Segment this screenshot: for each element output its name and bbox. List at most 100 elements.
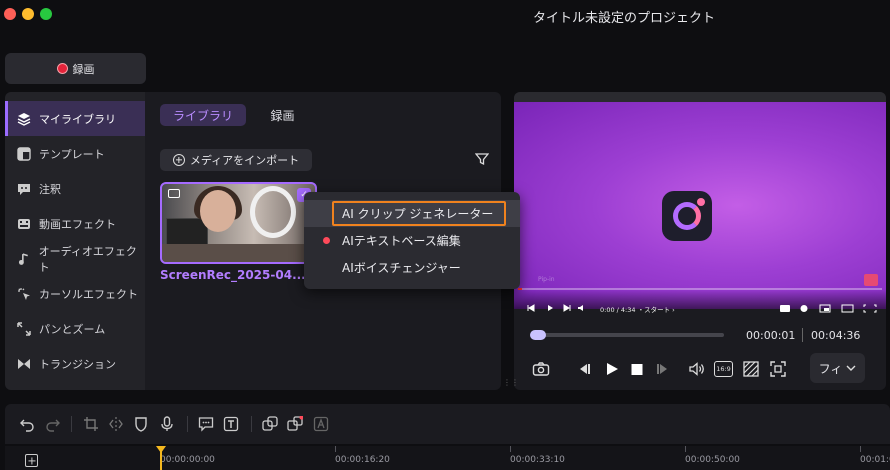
menu-item-label: AIボイスチェンジャー [342, 261, 461, 275]
sidebar-item-templates[interactable]: テンプレート [5, 136, 145, 171]
preview-panel: Pip-in 0:00 / 4:34 ・スタート › 00:00:01 00:0… [514, 92, 886, 390]
shield-mask-icon[interactable] [133, 416, 149, 432]
filter-icon[interactable] [475, 152, 489, 166]
redo-icon[interactable] [45, 416, 61, 432]
sidebar-item-label: テンプレート [39, 147, 105, 161]
next-frame-icon[interactable] [655, 360, 671, 378]
ruler-label: 00:00:50:00 [685, 455, 740, 465]
playback-scrubber[interactable] [530, 330, 724, 340]
desk-shape [162, 244, 315, 262]
sidebar-item-transitions[interactable]: トランジション [5, 346, 145, 381]
minimize-window-button[interactable] [22, 8, 34, 20]
new-dot-icon [323, 237, 330, 244]
close-window-button[interactable] [4, 8, 16, 20]
sidebar-item-annotations[interactable]: 注釈 [5, 171, 145, 206]
import-media-button[interactable]: メディアをインポート [160, 149, 312, 171]
transition-icon [18, 358, 30, 369]
app-logo-icon [662, 191, 712, 241]
timeline-toolbar [5, 404, 890, 444]
layers-icon [17, 112, 31, 126]
annotation-icon [18, 183, 30, 195]
sidebar-item-cursor-effects[interactable]: カーソルエフェクト [5, 276, 145, 311]
aspect-ratio-button[interactable]: 16:9 [714, 361, 733, 377]
fullscreen-crop-icon[interactable] [769, 360, 787, 378]
tab-recordings[interactable]: 録画 [260, 104, 305, 126]
video-canvas[interactable]: Pip-in 0:00 / 4:34 ・スタート › [514, 102, 886, 314]
chevron-down-icon [846, 365, 856, 371]
comment-icon[interactable] [198, 416, 214, 432]
snapshot-camera-icon[interactable] [532, 360, 550, 378]
timeline-ruler[interactable]: 00:00:00:00 00:00:16:20 00:00:33:10 00:0… [5, 446, 890, 470]
ruler-tick [860, 446, 861, 452]
ruler-tick [685, 446, 686, 452]
import-media-label: メディアをインポート [189, 154, 300, 167]
ai-clip-icon[interactable] [262, 416, 278, 432]
record-button-label: 録画 [72, 62, 95, 76]
playhead-handle[interactable] [156, 446, 166, 453]
sidebar-item-my-library[interactable]: マイライブラリ [5, 101, 145, 136]
sidebar-item-label: トランジション [39, 357, 116, 371]
menu-item-ai-clip-generator[interactable]: AI クリップ ジェネレーター [304, 200, 520, 227]
title-bar: タイトル未設定のプロジェクト [0, 0, 890, 34]
embedded-progress [518, 288, 882, 290]
volume-icon[interactable] [688, 360, 706, 378]
pan-zoom-icon [17, 321, 31, 336]
panel-resize-handle[interactable]: ⋮⋮ [503, 378, 519, 387]
sidebar-item-audio-effects[interactable]: オーディオエフェクト [5, 241, 145, 276]
current-time: 00:00:01 [746, 329, 796, 342]
split-icon[interactable] [108, 416, 124, 432]
sidebar-item-label: オーディオエフェクト [38, 244, 137, 274]
sidebar-item-label: 動画エフェクト [39, 217, 116, 231]
total-time: 00:04:36 [811, 329, 861, 342]
logo-ring [673, 198, 705, 230]
ruler-tick [335, 446, 336, 452]
window-title: タイトル未設定のプロジェクト [533, 11, 716, 26]
microphone-icon[interactable] [159, 416, 175, 432]
embedded-progress-fill [518, 288, 522, 290]
clip-name: ScreenRec_2025-04... [160, 268, 306, 282]
context-menu: AI クリップ ジェネレーター AIテキストベース編集 AIボイスチェンジャー [304, 192, 520, 289]
fit-dropdown-label: フィ [818, 361, 843, 376]
record-button[interactable]: 録画 [5, 53, 146, 84]
stop-icon[interactable] [630, 360, 644, 378]
transparency-grid-icon[interactable] [742, 360, 760, 378]
play-icon[interactable] [605, 360, 619, 378]
person-face [200, 190, 236, 232]
ring-light [250, 186, 296, 238]
highlight-frame [332, 201, 506, 226]
media-clip-thumbnail[interactable]: ✓ [160, 182, 317, 264]
previous-frame-icon[interactable] [576, 360, 592, 378]
embedded-time: 0:00 / 4:34 ・スタート › [600, 306, 675, 314]
video-watermark: Pip-in [538, 276, 555, 283]
add-track-icon[interactable] [25, 454, 38, 467]
ai-text-edit-icon[interactable] [287, 416, 303, 432]
template-icon [17, 146, 31, 161]
menu-item-ai-text-based-editing[interactable]: AIテキストベース編集 [304, 227, 520, 254]
music-note-icon [18, 252, 28, 265]
fit-dropdown[interactable]: フィ [810, 353, 865, 383]
scrubber-knob[interactable] [530, 330, 546, 340]
ai-voice-icon[interactable] [313, 416, 329, 432]
corner-badge-icon [864, 274, 878, 286]
zoom-window-button[interactable] [40, 8, 52, 20]
crop-icon[interactable] [83, 416, 99, 432]
text-icon[interactable] [223, 416, 239, 432]
tab-library[interactable]: ライブラリ [160, 104, 246, 126]
sidebar-item-label: パンとズーム [39, 322, 106, 336]
toolbar-divider [187, 416, 188, 432]
ruler-label: 00:01:0 [860, 455, 890, 465]
sidebar-item-pan-zoom[interactable]: パンとズーム [5, 311, 145, 346]
film-effect-icon [18, 218, 30, 229]
undo-icon[interactable] [19, 416, 35, 432]
cursor-effect-icon [18, 287, 30, 300]
monitor-shape [166, 218, 208, 246]
video-type-icon [168, 189, 180, 198]
toolbar-divider [71, 416, 72, 432]
embedded-player-controls-icon [527, 304, 583, 312]
plus-circle-icon [172, 154, 185, 166]
sidebar-item-video-effects[interactable]: 動画エフェクト [5, 206, 145, 241]
time-separator [802, 328, 803, 342]
menu-item-label: AIテキストベース編集 [342, 234, 461, 248]
ruler-tick [510, 446, 511, 452]
menu-item-ai-voice-changer[interactable]: AIボイスチェンジャー [304, 254, 520, 281]
